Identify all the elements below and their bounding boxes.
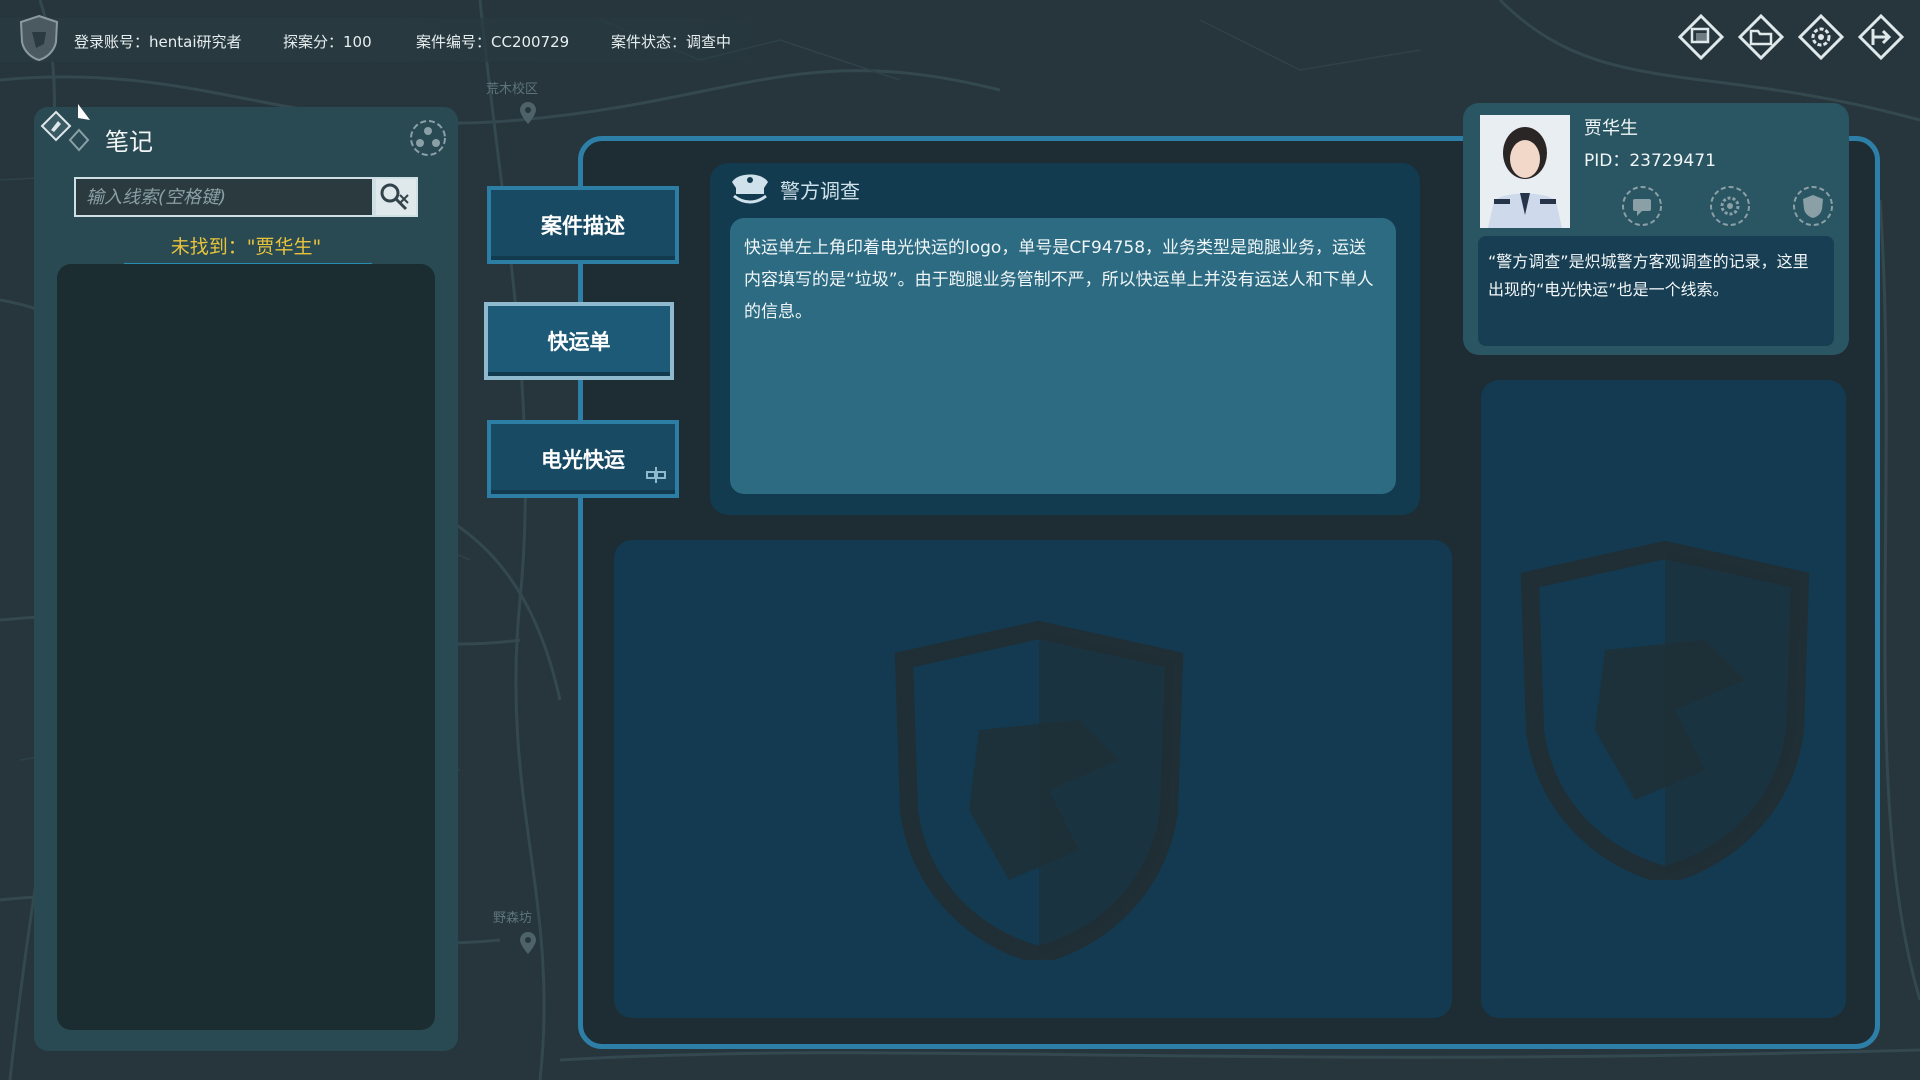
police-shield-watermark-icon bbox=[1520, 540, 1810, 880]
link-icon bbox=[646, 467, 666, 483]
account-text: 登录账号：hentai研究者 bbox=[74, 33, 242, 51]
search-icon bbox=[380, 183, 409, 211]
badge-icon[interactable] bbox=[1791, 184, 1835, 228]
police-shield-watermark-icon bbox=[894, 620, 1184, 960]
team-icon[interactable] bbox=[408, 118, 448, 158]
search-button[interactable] bbox=[374, 177, 418, 217]
settings-icon[interactable] bbox=[1798, 14, 1844, 60]
police-cap-icon bbox=[732, 174, 768, 204]
window-icon[interactable] bbox=[1678, 14, 1724, 60]
map-label-bottom: 野森坊 bbox=[493, 911, 533, 926]
exit-icon[interactable] bbox=[1858, 14, 1904, 60]
map-label-top: 荒木校区 bbox=[486, 82, 539, 97]
character-avatar[interactable] bbox=[1480, 115, 1570, 228]
score-text: 探案分：100 bbox=[283, 33, 372, 51]
notes-title: 笔记 bbox=[105, 128, 153, 156]
tab-case-description[interactable]: 案件描述 bbox=[487, 186, 679, 264]
police-investigation-text: 快运单左上角印着电光快运的logo，单号是CF94758，业务类型是跑腿业务，运… bbox=[730, 218, 1396, 494]
evidence-image-panel bbox=[614, 540, 1452, 1018]
clue-search-field[interactable] bbox=[74, 177, 374, 217]
police-shield-logo-icon bbox=[19, 14, 59, 62]
tab-label: 电光快运 bbox=[541, 448, 625, 472]
tab-dianguang-express[interactable]: 电光快运 bbox=[487, 420, 679, 498]
map-pin-icon bbox=[520, 932, 536, 954]
clue-search-input[interactable] bbox=[76, 179, 372, 215]
character-name: 贾华生 bbox=[1584, 118, 1638, 139]
tab-delivery-slip[interactable]: 快运单 bbox=[484, 302, 674, 380]
character-portrait-panel bbox=[1481, 380, 1846, 1018]
gear-icon[interactable] bbox=[1708, 184, 1752, 228]
top-toolbar bbox=[1678, 14, 1904, 60]
notes-list[interactable] bbox=[57, 264, 435, 1030]
police-investigation-title: 警方调查 bbox=[780, 179, 860, 203]
chat-icon[interactable] bbox=[1620, 184, 1664, 228]
folder-icon[interactable] bbox=[1738, 14, 1784, 60]
character-pid: PID：23729471 bbox=[1584, 151, 1716, 171]
case-number-text: 案件编号：CC200729 bbox=[416, 33, 570, 51]
character-dialogue-text: “警方调查”是炽城警方客观调查的记录，这里出现的“电光快运”也是一个线索。 bbox=[1478, 236, 1834, 346]
not-found-message: 未找到："贾华生" bbox=[170, 236, 322, 258]
map-pin-icon bbox=[520, 102, 536, 124]
notes-edit-icon[interactable] bbox=[36, 100, 106, 166]
case-status-text: 案件状态：调查中 bbox=[611, 33, 732, 51]
